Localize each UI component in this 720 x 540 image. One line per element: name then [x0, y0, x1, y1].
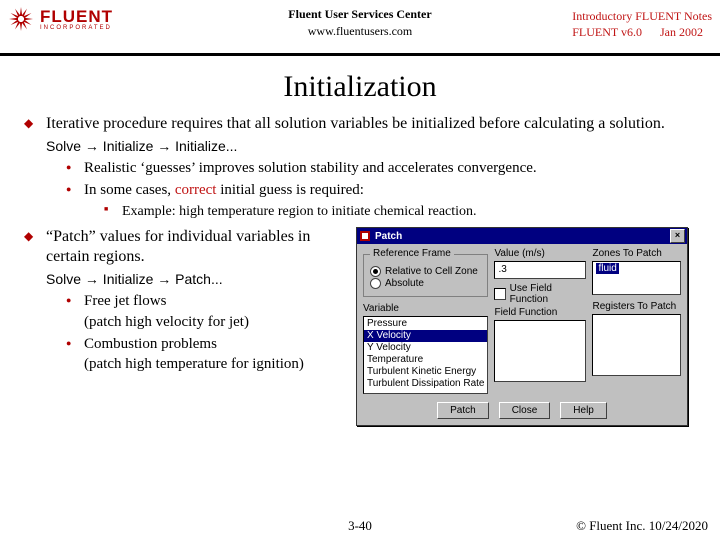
value-label: Value (m/s) [494, 248, 586, 259]
field-function-listbox[interactable] [494, 320, 586, 382]
dialog-titlebar[interactable]: Patch × [357, 228, 687, 244]
bullet-patch: “Patch” values for individual variables … [24, 227, 706, 426]
zone-item-fluid[interactable]: fluid [596, 263, 618, 274]
footer-page-number: 3-40 [0, 518, 720, 534]
sub-example: Example: high temperature region to init… [104, 203, 706, 222]
variable-item[interactable]: X Velocity [364, 330, 487, 342]
patch-button[interactable]: Patch [437, 402, 489, 419]
close-button[interactable]: Close [499, 402, 551, 419]
header-right-version: FLUENT v6.0 [572, 24, 642, 40]
dialog-app-icon [359, 230, 371, 242]
sub-correct-guess: In some cases, correct initial guess is … [66, 180, 706, 221]
bullet-patch-text: “Patch” values for individual variables … [46, 227, 346, 267]
registers-listbox[interactable] [592, 314, 681, 376]
variable-item[interactable]: Temperature [364, 354, 487, 366]
bullet-iterative-text: Iterative procedure requires that all so… [46, 114, 706, 134]
variable-listbox[interactable]: PressureX VelocityY VelocityTemperatureT… [363, 316, 488, 394]
sub-realistic-guesses: Realistic ‘guesses’ improves solution st… [66, 158, 706, 178]
registers-label: Registers To Patch [592, 301, 681, 312]
zones-label: Zones To Patch [592, 248, 681, 259]
header-right-date: Jan 2002 [660, 24, 703, 40]
value-input[interactable]: .3 [494, 261, 586, 279]
dialog-title-text: Patch [375, 231, 402, 242]
variable-item[interactable]: Pressure [364, 318, 487, 330]
highlight-correct: correct [175, 182, 217, 198]
header: FLUENT INCORPORATED Fluent User Services… [0, 0, 720, 56]
reference-frame-label: Reference Frame [370, 248, 454, 259]
variable-item[interactable]: Turbulent Kinetic Energy [364, 366, 487, 378]
sub-free-jet: Free jet flows (patch high velocity for … [66, 291, 346, 332]
reference-frame-group: Reference Frame Relative to Cell Zone Ab… [363, 254, 488, 297]
patch-dialog: Patch × Reference Frame Relative to Cell… [356, 227, 688, 426]
use-field-function-checkbox[interactable]: Use Field Function [494, 283, 586, 305]
variable-item[interactable]: Y Velocity [364, 342, 487, 354]
help-button[interactable]: Help [560, 402, 607, 419]
sub-combustion: Combustion problems (patch high temperat… [66, 334, 346, 375]
menu-path-patch: Solve → Initialize → Patch... [46, 271, 346, 287]
footer: 3-40 © Fluent Inc. 10/24/2020 [0, 518, 720, 534]
header-right: Introductory FLUENT Notes FLUENT v6.0 Ja… [572, 8, 712, 40]
zones-listbox[interactable]: fluid [592, 261, 681, 295]
menu-path-initialize: Solve → Initialize → Initialize... [46, 138, 706, 154]
variable-item[interactable]: Turbulent Dissipation Rate [364, 378, 487, 390]
bullet-iterative: Iterative procedure requires that all so… [24, 114, 706, 221]
radio-relative[interactable]: Relative to Cell Zone [370, 266, 481, 277]
variable-label: Variable [363, 303, 488, 314]
header-right-line1: Introductory FLUENT Notes [572, 8, 712, 24]
close-icon[interactable]: × [670, 229, 685, 243]
field-function-label: Field Function [494, 307, 586, 318]
page-title: Initialization [0, 70, 720, 104]
radio-absolute[interactable]: Absolute [370, 278, 481, 289]
content: Iterative procedure requires that all so… [0, 114, 720, 426]
